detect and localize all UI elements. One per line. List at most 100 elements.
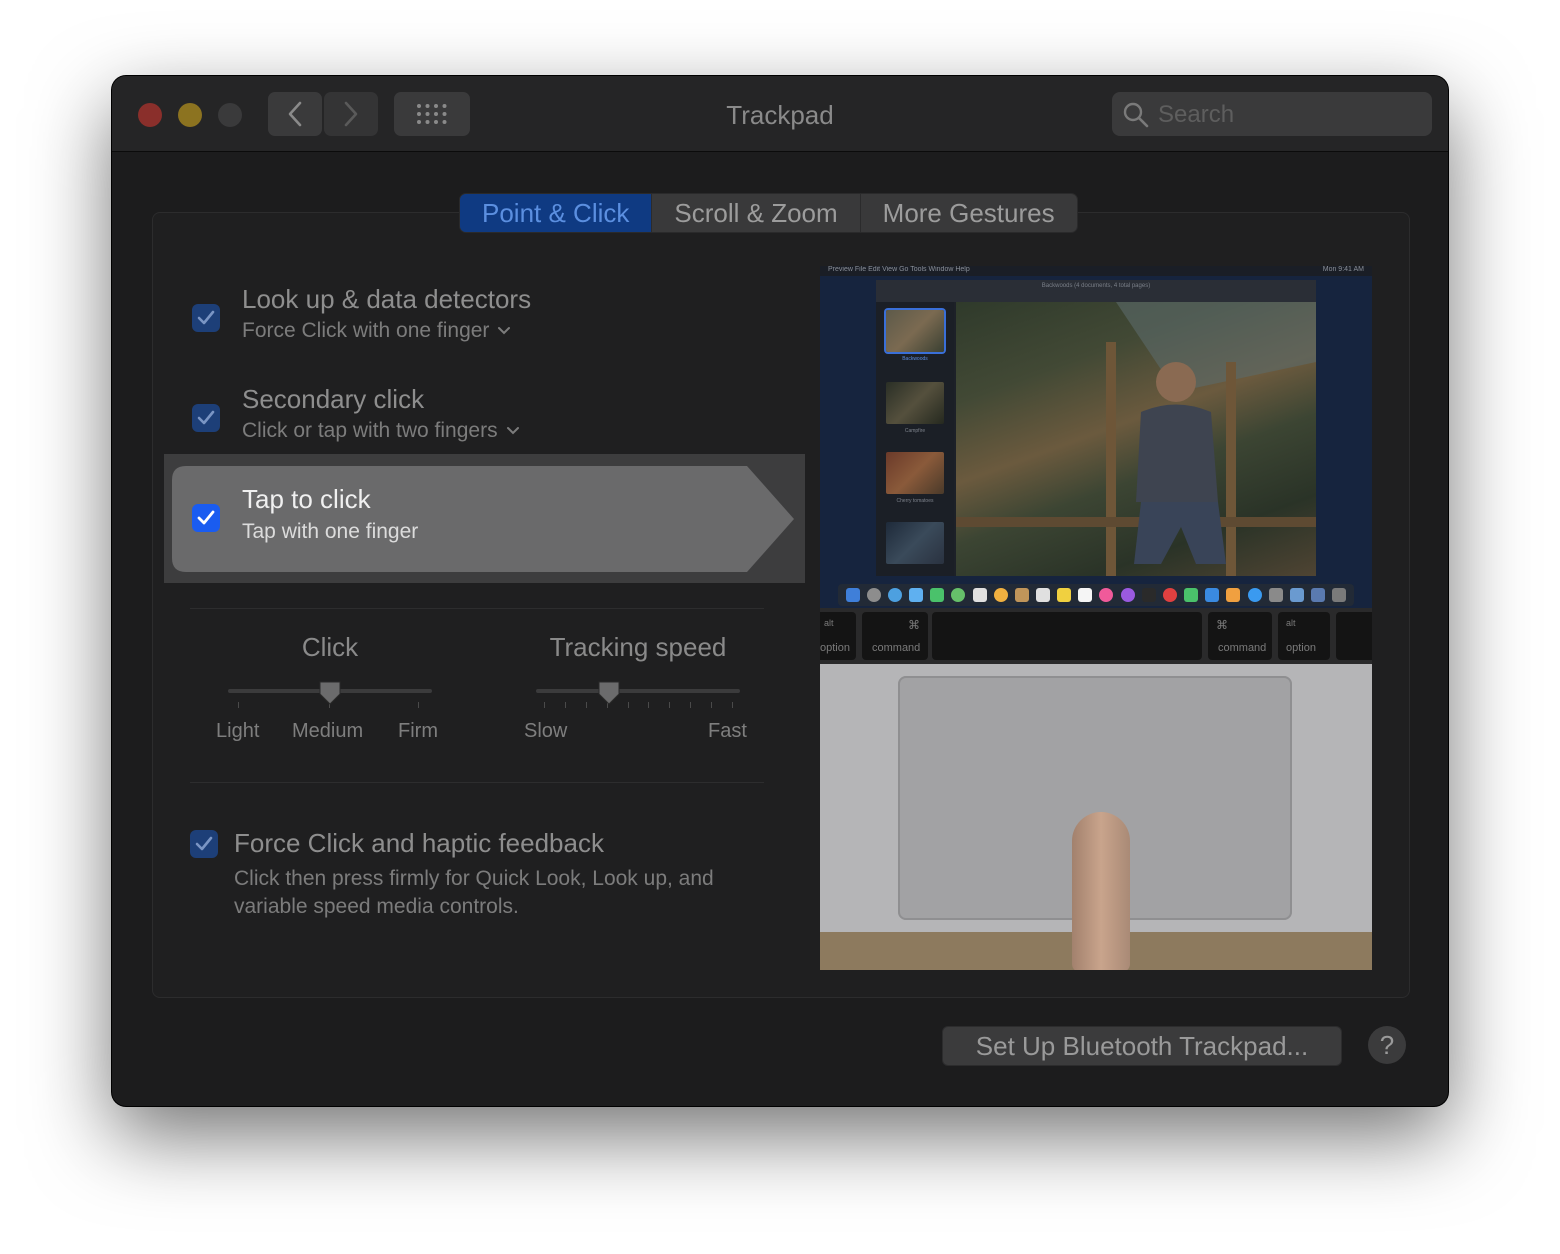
click-slider-label-firm: Firm (398, 720, 438, 742)
preview-dock (838, 584, 1354, 606)
key-option-left: alt option (820, 612, 856, 660)
force-click-description: Click then press firmly for Quick Look, … (234, 867, 714, 918)
secondary-click-title: Secondary click (242, 384, 425, 414)
dock-app-icon (1268, 588, 1283, 602)
click-slider-tick (238, 702, 239, 708)
dock-app-icon (1120, 588, 1135, 602)
force-click-title: Force Click and haptic feedback (234, 828, 604, 858)
preview-thumbnail (886, 452, 944, 494)
chevron-down-icon (498, 327, 511, 335)
checkmark-icon (195, 836, 213, 851)
click-slider-label-medium: Medium (292, 720, 364, 742)
dock-app-icon (972, 588, 987, 602)
preview-finger (1072, 812, 1130, 970)
gesture-preview: Preview File Edit View Go Tools Window H… (820, 266, 1372, 970)
tracking-slider-tick (690, 702, 692, 708)
tab-bar: Point & Click Scroll & Zoom More Gesture… (460, 194, 1077, 232)
tap-to-click-title: Tap to click (242, 484, 371, 514)
preview-sidebar: Backwoods Campfire Cherry tomatoes (876, 302, 954, 576)
click-slider-thumb[interactable] (318, 680, 342, 706)
dock-app-icon (1311, 588, 1326, 602)
dock-app-icon (1078, 588, 1093, 602)
dock-app-icon (1099, 588, 1114, 602)
tracking-slider-tick (732, 702, 733, 708)
dock-app-icon (993, 588, 1008, 602)
preview-keyboard: alt option ⌘ command ⌘ command alt optio… (820, 608, 1372, 664)
tab-more-gestures[interactable]: More Gestures (861, 194, 1077, 232)
key-command-right: ⌘ command (1208, 612, 1272, 660)
force-click-checkbox[interactable] (190, 830, 218, 858)
lookup-checkbox[interactable] (192, 304, 220, 332)
click-slider-tick (418, 702, 419, 708)
dock-app-icon (1289, 588, 1304, 602)
dock-app-icon (1035, 588, 1050, 602)
preview-thumbnail-label: Campfire (904, 428, 926, 434)
dock-app-icon (1014, 588, 1029, 602)
preview-thumbnail-label: Cherry tomatoes (896, 498, 934, 504)
preview-app-toolbar: Backwoods (4 documents, 4 total pages) (876, 280, 1316, 302)
preview-thumbnail (886, 382, 944, 424)
key-command-left: ⌘ command (862, 612, 928, 660)
help-button[interactable]: ? (1368, 1026, 1406, 1064)
preview-thumbnail-label: Backwoods (902, 356, 928, 362)
tracking-slider-title: Tracking speed (549, 632, 727, 662)
preview-screen: Preview File Edit View Go Tools Window H… (820, 266, 1372, 608)
secondary-click-popup[interactable]: Click or tap with two fingers (242, 419, 520, 443)
setup-bluetooth-trackpad-button[interactable]: Set Up Bluetooth Trackpad... (942, 1026, 1342, 1066)
divider (190, 782, 764, 783)
divider (190, 608, 764, 609)
tracking-slider-thumb[interactable] (597, 680, 621, 706)
preview-photo-illustration (956, 302, 1316, 576)
tracking-slider-tick (544, 702, 545, 708)
tracking-slider-tick (564, 702, 566, 708)
tracking-slider-tick (627, 702, 629, 708)
tab-point-and-click[interactable]: Point & Click (460, 194, 653, 232)
preview-laptop-body (820, 664, 1372, 970)
lookup-popup[interactable]: Force Click with one finger (242, 319, 511, 343)
dock-app-icon (951, 588, 966, 602)
dock-app-icon (1057, 588, 1072, 602)
dock-app-icon (866, 588, 881, 602)
checkmark-icon (197, 510, 215, 525)
preview-photo (956, 302, 1316, 576)
dock-app-icon (1205, 588, 1220, 602)
dock-app-icon (1184, 588, 1199, 602)
preview-menubar-clock: Mon 9:41 AM (1322, 266, 1364, 273)
dock-app-icon (887, 588, 902, 602)
secondary-click-checkbox[interactable] (192, 404, 220, 432)
preview-menubar-items: Preview File Edit View Go Tools Window H… (828, 266, 970, 273)
checkmark-icon (197, 310, 215, 325)
key-option-right: alt option (1278, 612, 1330, 660)
search-icon (1123, 102, 1149, 128)
tab-scroll-and-zoom[interactable]: Scroll & Zoom (652, 194, 861, 232)
chevron-down-icon (506, 427, 519, 435)
preview-menubar: Preview File Edit View Go Tools Window H… (820, 266, 1372, 276)
tracking-slider-track[interactable] (536, 689, 740, 693)
dock-app-icon (1226, 588, 1241, 602)
dock-app-icon (909, 588, 924, 602)
tap-to-click-checkbox[interactable] (192, 504, 220, 532)
search-input[interactable] (1156, 92, 1426, 138)
search-field[interactable] (1112, 92, 1432, 138)
checkmark-icon (197, 410, 215, 425)
dock-app-icon (1162, 588, 1177, 602)
key-space (932, 612, 1202, 660)
click-slider-title: Click (301, 632, 359, 662)
trash-icon (1332, 588, 1347, 602)
preview-app-window: Backwoods (4 documents, 4 total pages) B… (876, 280, 1316, 576)
dock-app-icon (930, 588, 945, 602)
tracking-slider-label-fast: Fast (708, 720, 747, 742)
tap-to-click-subtitle: Tap with one finger (242, 520, 419, 543)
dock-app-icon (1141, 588, 1156, 602)
lookup-subtitle: Force Click with one finger (242, 319, 490, 342)
click-slider-label-light: Light (216, 720, 260, 742)
lookup-title: Look up & data detectors (242, 284, 532, 314)
preview-thumbnail (886, 310, 944, 352)
preview-doc-title: Backwoods (4 documents, 4 total pages) (1041, 283, 1151, 289)
tracking-slider-tick (711, 702, 713, 708)
key-arrow-left (1336, 612, 1372, 660)
title-bar: Trackpad (112, 76, 1448, 152)
tracking-slider-tick (585, 702, 587, 708)
dock-app-icon (845, 588, 860, 602)
secondary-click-subtitle: Click or tap with two fingers (242, 419, 498, 442)
